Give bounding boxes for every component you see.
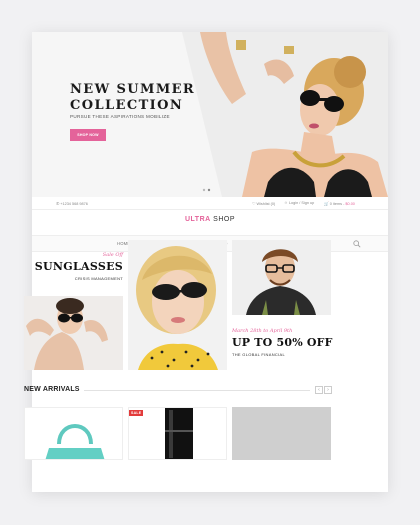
search-icon[interactable]: [353, 240, 361, 248]
promo-man-image: [232, 240, 331, 315]
hero-banner: NEW SUMMER COLLECTION PURSUE THESE ASPIR…: [32, 32, 388, 197]
wishlist-link[interactable]: ♡ Wishlist (0): [252, 201, 275, 206]
promo-sale-off: Sale Off: [102, 252, 123, 258]
logo-part-ultra: ULTRA: [185, 216, 211, 223]
promo-crisis-subtitle: CRISIS MANAGEMENT: [74, 276, 123, 281]
chevron-left-icon: ‹: [318, 387, 320, 393]
phone-number: ✆ +1234 568 9876: [56, 201, 88, 206]
carousel-prev-button[interactable]: ‹: [315, 386, 323, 394]
promo-woman-image: [24, 296, 123, 370]
promo-tile-blonde[interactable]: [128, 240, 227, 370]
top-bar: ✆ +1234 568 9876 ♡ Wishlist (0) ☺ Login …: [32, 197, 388, 210]
wishlist-label: Wishlist (0): [256, 202, 276, 206]
shop-now-button[interactable]: SHOP NOW: [70, 129, 106, 141]
cart-count: 0 items -: [329, 202, 345, 206]
hero-subtitle: PURSUE THESE ASPIRATIONS MOBILIZE: [70, 114, 170, 119]
site-logo[interactable]: ULTRA SHOP: [32, 216, 388, 223]
chevron-right-icon: ›: [327, 387, 329, 393]
logo-part-shop: SHOP: [210, 216, 235, 223]
section-divider: [84, 390, 310, 391]
promo-dates: March 28th to April 9th: [232, 328, 293, 334]
cart-link[interactable]: 🛒 0 items - $0.00: [324, 201, 355, 206]
promo-financial-subtitle: THE GLOBAL FINANCIAL: [232, 352, 285, 357]
hero-title: NEW SUMMER COLLECTION: [70, 82, 220, 114]
promo-blonde-image: [128, 240, 227, 370]
promo-tile-woman[interactable]: [24, 296, 123, 370]
login-link[interactable]: ☺ Login / Sign up: [284, 201, 314, 205]
promo-discount-title: UP TO 50% OFF: [232, 336, 333, 349]
login-label: Login / Sign up: [288, 201, 315, 205]
product-card-handbag[interactable]: [24, 407, 123, 460]
product-handbag-image: [25, 408, 122, 459]
product-card-bottle[interactable]: SALE: [128, 407, 227, 460]
cart-amount: $0.00: [345, 202, 355, 206]
product-card-placeholder[interactable]: [232, 407, 331, 460]
promo-tile-man[interactable]: [232, 240, 331, 315]
product-bottle-image: [129, 408, 226, 459]
hero-title-line1: NEW SUMMER: [70, 82, 196, 97]
promo-sunglasses-title: SUNGLASSES: [34, 260, 123, 273]
new-arrivals-heading: NEW ARRIVALS: [24, 386, 80, 393]
carousel-next-button[interactable]: ›: [324, 386, 332, 394]
product-placeholder-image: [232, 407, 331, 460]
sale-badge: SALE: [129, 410, 144, 416]
phone-text: +1234 568 9876: [60, 202, 88, 206]
hero-title-line2: COLLECTION: [70, 98, 184, 113]
